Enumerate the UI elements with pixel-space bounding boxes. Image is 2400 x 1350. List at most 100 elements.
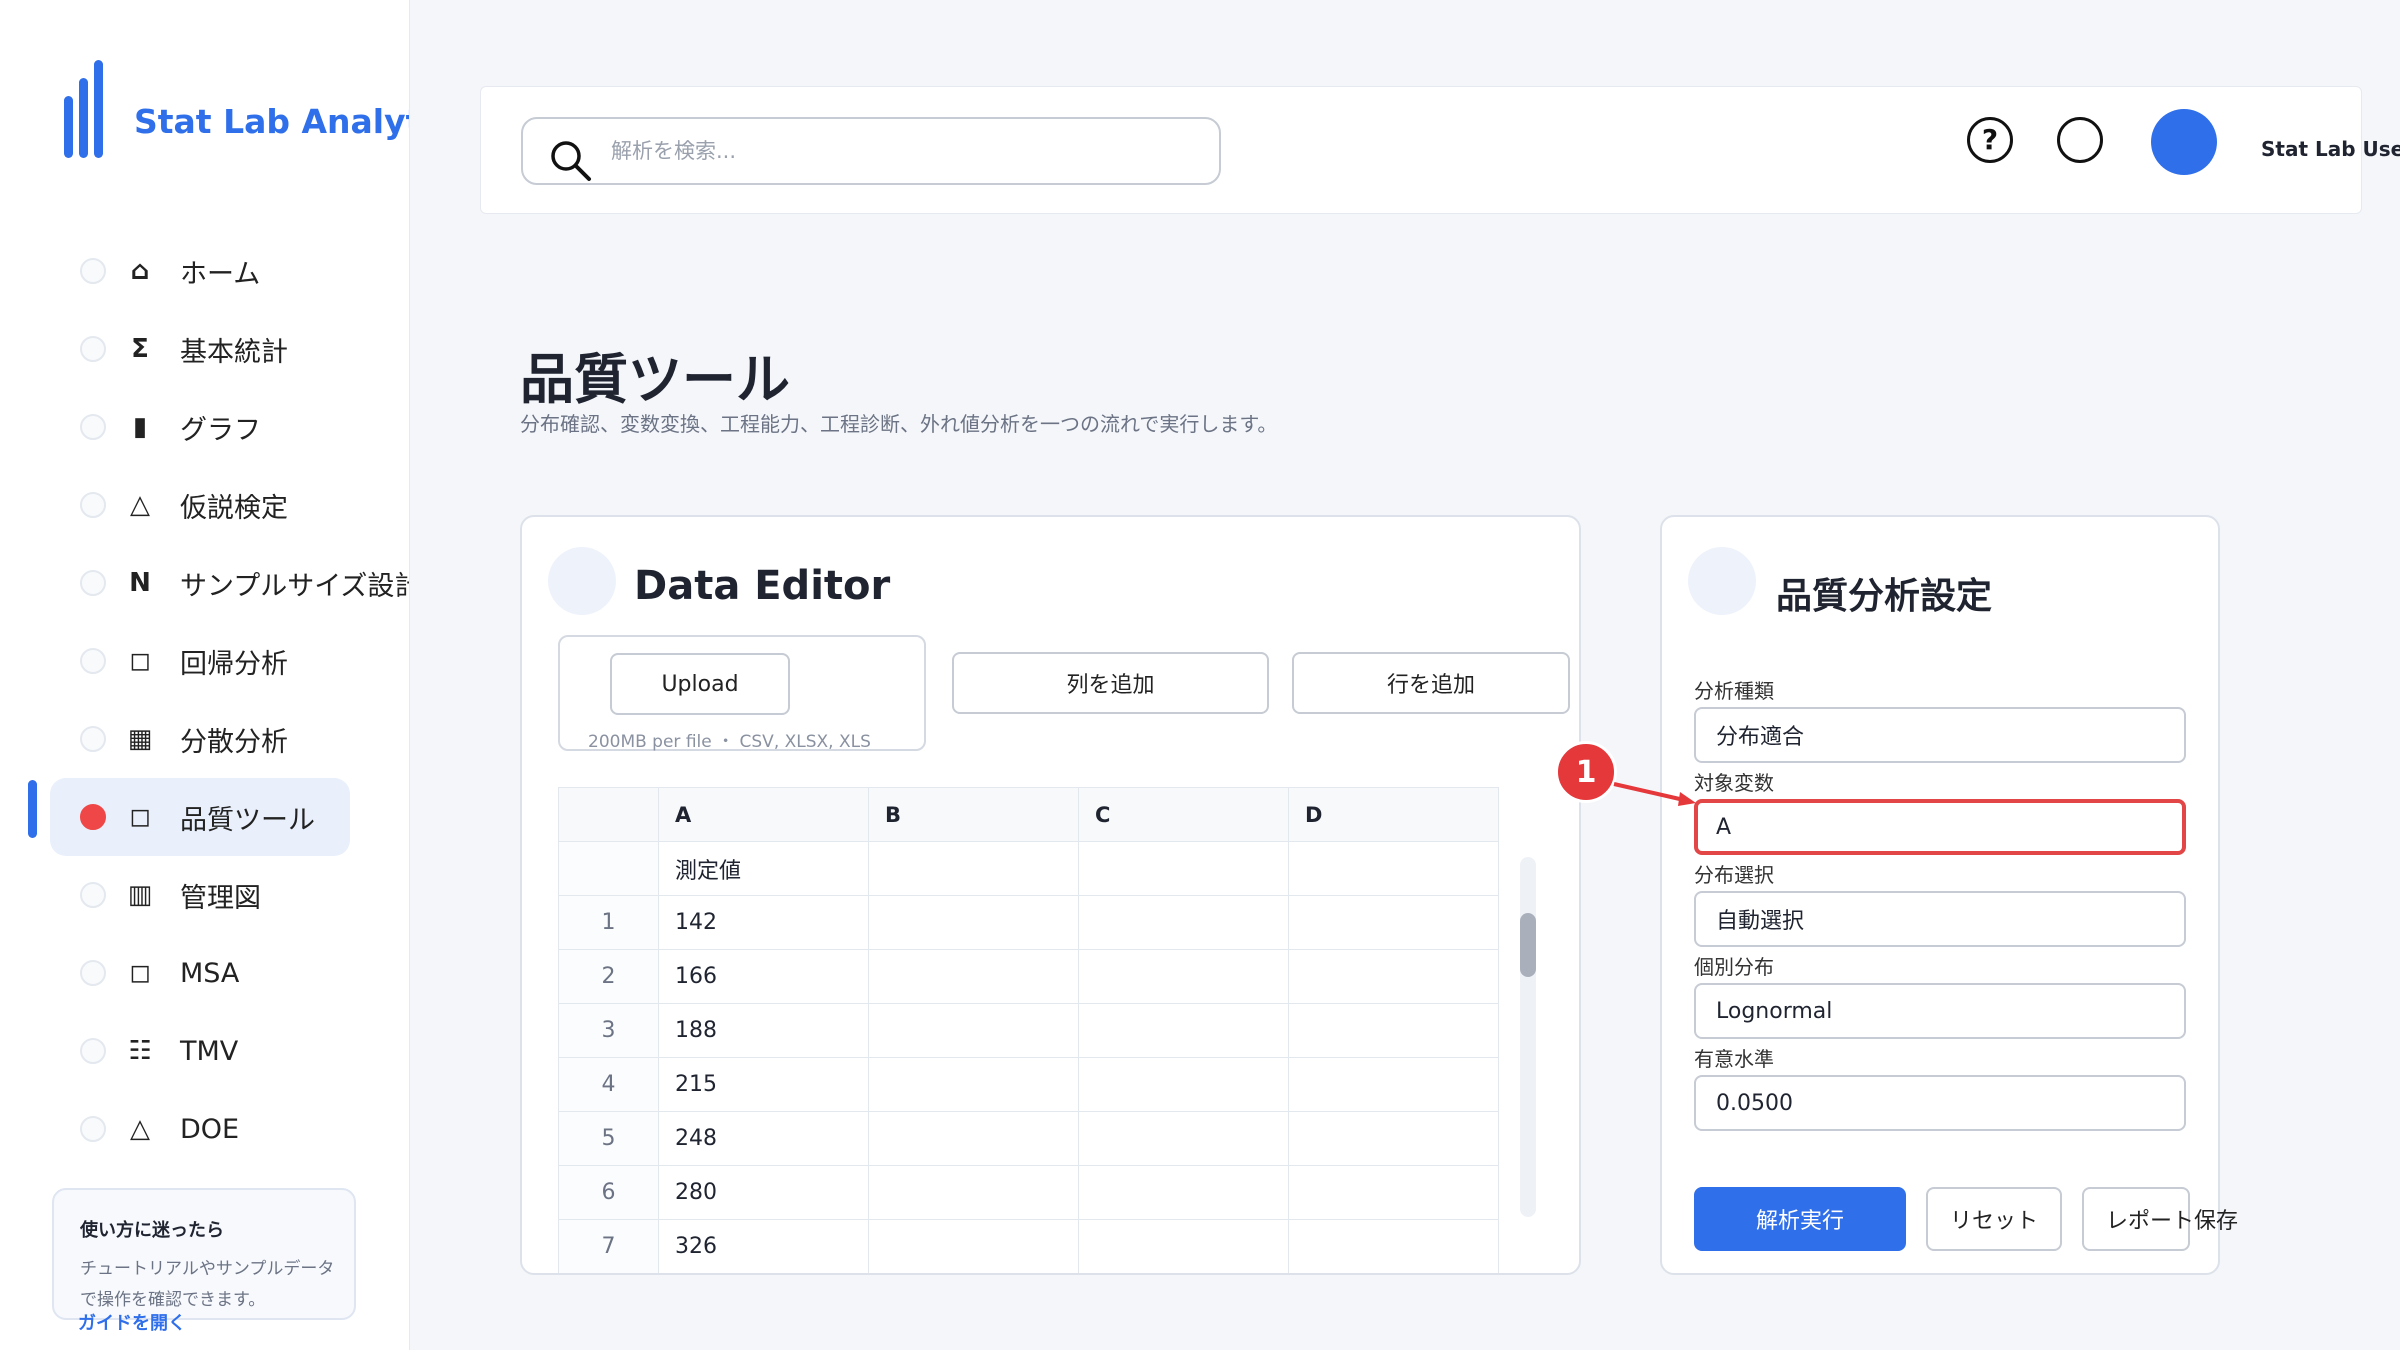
row-number: 7 — [558, 1219, 659, 1273]
sidebar-item-basic-stats[interactable]: Σ 基本統計 — [50, 310, 350, 388]
grid-cell[interactable]: 326 — [658, 1219, 869, 1273]
add-row-button[interactable]: 行を追加 — [1292, 652, 1570, 714]
grid-cell[interactable] — [1079, 1274, 1289, 1276]
avatar[interactable] — [2151, 109, 2217, 175]
grid-cell[interactable] — [1288, 841, 1499, 896]
significance-level-field[interactable]: 0.0500 — [1694, 1075, 2186, 1131]
grid-cell[interactable] — [1078, 1111, 1289, 1166]
sidebar-item-doe[interactable]: △ DOE — [50, 1090, 350, 1168]
status-dot — [80, 570, 106, 596]
table-row: 8372 — [559, 1274, 1499, 1276]
data-grid[interactable]: ABCD 測定値11422166318842155248628073268372 — [558, 787, 1499, 1276]
grid-cell[interactable] — [869, 1274, 1079, 1276]
grid-cell[interactable] — [1078, 1165, 1289, 1220]
grid-cell[interactable] — [868, 1057, 1079, 1112]
grid-cell[interactable] — [868, 895, 1079, 950]
sidebar-item-graph[interactable]: ▮ グラフ — [50, 388, 350, 466]
grid-cell[interactable] — [1289, 1274, 1499, 1276]
search-box[interactable] — [521, 117, 1221, 185]
sidebar-item-label: 分散分析 — [180, 726, 288, 758]
grid-cell[interactable] — [1288, 1057, 1499, 1112]
sidebar-item-anova[interactable]: ▦ 分散分析 — [50, 700, 350, 778]
hypothesis-test-icon: △ — [130, 490, 150, 520]
individual-distribution-field[interactable]: Lognormal — [1694, 983, 2186, 1039]
bar-chart-logo-icon — [64, 60, 103, 158]
grid-cell[interactable] — [868, 1219, 1079, 1273]
status-dot — [80, 414, 106, 440]
open-guide-link[interactable]: ガイドを開く — [78, 1309, 186, 1335]
grid-cell[interactable]: 188 — [658, 1003, 869, 1058]
grid-cell[interactable] — [868, 841, 1079, 896]
grid-cell[interactable]: 248 — [658, 1111, 869, 1166]
target-variable-field[interactable]: A — [1694, 799, 2186, 855]
column-header[interactable]: A — [658, 787, 869, 842]
column-header[interactable]: C — [1078, 787, 1289, 842]
grid-cell[interactable]: 372 — [659, 1274, 869, 1276]
grid-cell[interactable] — [868, 949, 1079, 1004]
run-analysis-button[interactable]: 解析実行 — [1694, 1187, 1906, 1251]
analysis-type-field[interactable]: 分布適合 — [1694, 707, 2186, 763]
sidebar-item-msa[interactable]: ◻ MSA — [50, 934, 350, 1012]
analysis-type-label: 分析種類 — [1694, 679, 1774, 703]
grid-cell[interactable]: 測定値 — [658, 841, 869, 896]
settings-title: 品質分析設定 — [1776, 576, 1993, 617]
row-number: 5 — [558, 1111, 659, 1166]
grid-cell[interactable] — [1078, 949, 1289, 1004]
distribution-select-field[interactable]: 自動選択 — [1694, 891, 2186, 947]
table-row: 3 188 — [558, 1003, 1499, 1058]
grid-cell[interactable]: 215 — [658, 1057, 869, 1112]
help-card: 使い方に迷ったら チュートリアルやサンプルデータで操作を確認できます。 — [52, 1188, 356, 1320]
card-icon — [1688, 547, 1756, 615]
grid-cell[interactable] — [1078, 895, 1289, 950]
row-number: 1 — [558, 895, 659, 950]
sidebar-item-quality-tools[interactable]: ◻ 品質ツール — [50, 778, 350, 856]
quality-tools-icon: ◻ — [129, 802, 151, 832]
sidebar-item-home[interactable]: ⌂ ホーム — [50, 232, 350, 310]
app-name: Stat Lab Analytics — [134, 102, 409, 141]
column-header[interactable]: D — [1288, 787, 1499, 842]
grid-cell[interactable]: 280 — [658, 1165, 869, 1220]
add-column-button[interactable]: 列を追加 — [952, 652, 1269, 714]
home-icon: ⌂ — [130, 256, 150, 286]
grid-cell[interactable] — [1288, 1219, 1499, 1273]
grid-scrollbar-track[interactable] — [1520, 857, 1536, 1217]
table-row: 測定値 — [558, 841, 1499, 896]
column-header[interactable]: B — [868, 787, 1079, 842]
grid-cell[interactable] — [1078, 841, 1289, 896]
upload-dropzone[interactable]: Upload 200MB per file ・ CSV, XLSX, XLS — [558, 635, 926, 752]
help-icon[interactable]: ? — [1967, 117, 2013, 163]
doe-icon: △ — [130, 1114, 150, 1144]
grid-cell[interactable] — [1078, 1057, 1289, 1112]
grid-cell[interactable] — [1078, 1003, 1289, 1058]
grid-cell[interactable]: 166 — [658, 949, 869, 1004]
upload-button[interactable]: Upload — [610, 653, 790, 715]
grid-cell[interactable] — [868, 1003, 1079, 1058]
sidebar-item-sample-size[interactable]: N サンプルサイズ設計 — [50, 544, 409, 622]
row-number: 4 — [558, 1057, 659, 1112]
grid-cell[interactable] — [1288, 1165, 1499, 1220]
sidebar-item-hypothesis-test[interactable]: △ 仮説検定 — [50, 466, 350, 544]
grid-cell[interactable] — [1288, 895, 1499, 950]
grid-cell[interactable] — [1288, 949, 1499, 1004]
grid-cell[interactable]: 142 — [658, 895, 869, 950]
status-dot — [80, 258, 106, 284]
sample-size-icon: N — [129, 568, 151, 598]
sidebar-item-regression[interactable]: ◻ 回帰分析 — [50, 622, 350, 700]
grid-cell[interactable] — [1288, 1003, 1499, 1058]
grid-cell[interactable] — [1288, 1111, 1499, 1166]
status-dot — [80, 1038, 106, 1064]
grid-cell[interactable] — [868, 1165, 1079, 1220]
grid-cell[interactable] — [868, 1111, 1079, 1166]
basic-stats-icon: Σ — [131, 334, 149, 364]
reset-button[interactable]: リセット — [1926, 1187, 2062, 1251]
app-logo[interactable]: Stat Lab Analytics — [64, 60, 409, 158]
grid-cell[interactable] — [1078, 1219, 1289, 1273]
notification-icon[interactable] — [2057, 117, 2103, 163]
search-input[interactable] — [611, 131, 1191, 171]
grid-scrollbar-thumb[interactable] — [1520, 913, 1536, 977]
sidebar-item-label: 管理図 — [180, 882, 261, 914]
save-report-button[interactable]: レポート保存 — [2082, 1187, 2238, 1251]
sidebar-item-label: TMV — [180, 1035, 239, 1067]
sidebar-item-tmv[interactable]: ☷ TMV — [50, 1012, 350, 1090]
sidebar-item-control-chart[interactable]: ▥ 管理図 — [50, 856, 350, 934]
